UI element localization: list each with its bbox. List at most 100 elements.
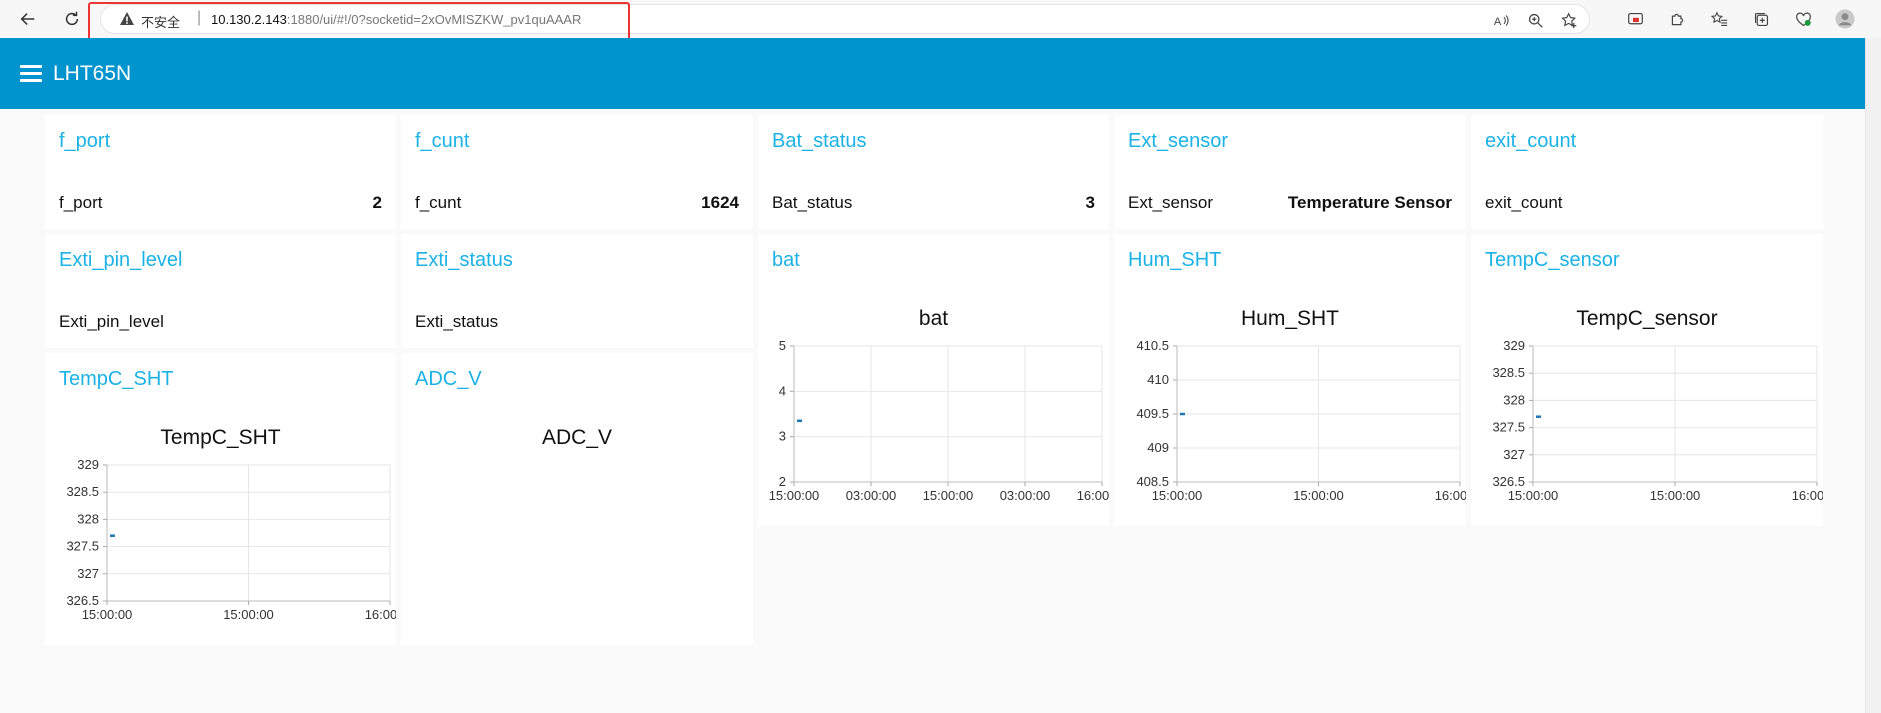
card-f-port: f_port f_port 2 bbox=[45, 115, 396, 229]
scrollbar[interactable] bbox=[1865, 38, 1881, 713]
read-aloud-button[interactable]: A bbox=[1491, 10, 1511, 30]
x-tick-label: 15:00:00 bbox=[1152, 488, 1203, 503]
card-bat-chart: bat bat 5 4 3 2 15:00:00 03:00:00 15:00:00 03:0… bbox=[758, 234, 1109, 526]
card-title: exit_count bbox=[1485, 130, 1577, 152]
x-tick-label: 15:00:00 bbox=[923, 488, 974, 503]
x-tick-label: 15:00:00 bbox=[769, 488, 820, 503]
card-bat-status: Bat_status Bat_status 3 bbox=[758, 115, 1109, 229]
card-exti-pin-level: Exti_pin_level Exti_pin_level bbox=[45, 234, 396, 348]
card-title: f_cunt bbox=[415, 130, 470, 152]
card-value: 3 bbox=[1085, 193, 1095, 212]
x-tick-label: 16:00:00 bbox=[1792, 488, 1823, 503]
y-tick-label: 326.5 bbox=[66, 593, 99, 608]
screen-cast-button[interactable] bbox=[1625, 9, 1645, 29]
y-tick-label: 329 bbox=[1503, 338, 1525, 353]
zoom-icon bbox=[1528, 13, 1543, 28]
y-tick-label: 408.5 bbox=[1136, 474, 1169, 489]
card-label: f_port bbox=[59, 193, 103, 212]
y-tick-label: 4 bbox=[779, 383, 786, 398]
favorites-button[interactable] bbox=[1709, 9, 1729, 29]
card-tempc-sht-chart: TempC_SHT TempC_SHT 329 328.5 328 327.5 327 3… bbox=[45, 353, 396, 645]
card-value: 2 bbox=[372, 193, 382, 212]
card-hum-sht-chart: Hum_SHT Hum_SHT 410.5 410 409.5 409 408.5 15:… bbox=[1114, 234, 1466, 526]
url-highlight-box bbox=[88, 2, 630, 42]
x-tick-label: 15:00:00 bbox=[223, 607, 274, 622]
card-title: f_port bbox=[59, 130, 111, 152]
card-label: exit_count bbox=[1485, 193, 1563, 212]
back-button[interactable] bbox=[16, 7, 40, 31]
card-title: Ext_sensor bbox=[1128, 130, 1229, 152]
x-tick-label: 03:00:00 bbox=[846, 488, 897, 503]
y-tick-label: 409.5 bbox=[1136, 406, 1169, 421]
y-tick-label: 410 bbox=[1147, 372, 1169, 387]
y-tick-label: 410.5 bbox=[1136, 338, 1169, 353]
y-tick-label: 327.5 bbox=[1492, 420, 1525, 435]
y-tick-label: 409 bbox=[1147, 440, 1169, 455]
chart-title: ADC_V bbox=[541, 426, 613, 449]
card-title: ADC_V bbox=[415, 368, 482, 390]
read-aloud-icon: A bbox=[1493, 14, 1509, 27]
x-tick-label: 15:00:00 bbox=[1508, 488, 1559, 503]
y-tick-label: 328 bbox=[77, 511, 99, 526]
y-tick-label: 328 bbox=[1503, 392, 1525, 407]
heart-pulse-icon bbox=[1795, 12, 1811, 26]
tempc-sensor-chart: 329328.5328327.5327326.515:00:00 15:00:00… bbox=[1492, 338, 1823, 503]
profile-button[interactable] bbox=[1835, 9, 1855, 29]
x-tick-label: 16:00:00 bbox=[365, 607, 396, 622]
browser-toolbar: 不安全 | 10.130.2.143:1880/ui/#!/0?socketid… bbox=[0, 0, 1881, 42]
x-tick-label: 16:00:00 bbox=[1435, 488, 1466, 503]
card-tempc-sensor-chart: TempC_sensor TempC_sensor 329 328.5 328 327… bbox=[1471, 234, 1823, 526]
card-label: Exti_status bbox=[415, 312, 499, 331]
refresh-button[interactable] bbox=[60, 7, 84, 31]
avatar-icon bbox=[1835, 9, 1855, 29]
y-tick-label: 328.5 bbox=[66, 484, 99, 499]
collections-button[interactable] bbox=[1751, 9, 1771, 29]
browser-essentials-button[interactable] bbox=[1793, 9, 1813, 29]
card-label: Exti_pin_level bbox=[59, 312, 164, 331]
card-value: Temperature Sensor bbox=[1287, 193, 1452, 212]
x-tick-label: 15:00:00 bbox=[82, 607, 133, 622]
app-title: LHT65N bbox=[53, 62, 132, 85]
app-header: LHT65N bbox=[0, 38, 1865, 109]
collections-icon bbox=[1754, 12, 1768, 26]
x-tick-label: 16:00:00 bbox=[1077, 488, 1109, 503]
card-exti-status: Exti_status Exti_status bbox=[401, 234, 753, 348]
y-tick-label: 2 bbox=[779, 474, 786, 489]
card-exit-count: exit_count exit_count bbox=[1471, 115, 1823, 229]
favorite-button[interactable] bbox=[1559, 10, 1579, 30]
hum-sht-chart: 410.5410409.5409408.515:00:00 15:00:00 16:… bbox=[1136, 338, 1466, 503]
y-tick-label: 326.5 bbox=[1492, 474, 1525, 489]
y-tick-label: 5 bbox=[779, 338, 786, 353]
zoom-button[interactable] bbox=[1525, 10, 1545, 30]
card-title: Exti_pin_level bbox=[59, 249, 183, 271]
x-tick-label: 15:00:00 bbox=[1650, 488, 1701, 503]
favorites-icon bbox=[1710, 10, 1727, 26]
y-tick-label: 329 bbox=[77, 457, 99, 472]
x-tick-label: 03:00:00 bbox=[1000, 488, 1051, 503]
refresh-icon bbox=[65, 11, 79, 26]
card-f-cunt: f_cunt f_cunt 1624 bbox=[401, 115, 753, 229]
bat-chart: 543215:00:00 03:00:00 15:00:00 03:00:00 16:0… bbox=[769, 338, 1109, 503]
extensions-button[interactable] bbox=[1667, 9, 1687, 29]
svg-text:A: A bbox=[1493, 15, 1501, 27]
y-tick-label: 3 bbox=[779, 429, 786, 444]
puzzle-icon bbox=[1671, 13, 1683, 25]
card-ext-sensor: Ext_sensor Ext_sensor Temperature Sensor bbox=[1114, 115, 1466, 229]
card-title: Exti_status bbox=[415, 249, 513, 271]
y-tick-label: 327.5 bbox=[66, 539, 99, 554]
arrow-left-icon bbox=[20, 13, 35, 25]
y-tick-label: 327 bbox=[1503, 447, 1525, 462]
y-tick-label: 328.5 bbox=[1492, 365, 1525, 380]
x-tick-label: 15:00:00 bbox=[1293, 488, 1344, 503]
card-value: 1624 bbox=[701, 193, 739, 212]
y-tick-label: 327 bbox=[77, 566, 99, 581]
tempc-sht-chart: 329328.5328327.5327326.515:00:00 15:00:00… bbox=[66, 457, 396, 622]
menu-icon[interactable] bbox=[20, 65, 42, 82]
card-label: Ext_sensor bbox=[1128, 193, 1214, 212]
card-label: f_cunt bbox=[415, 193, 462, 212]
card-title: Bat_status bbox=[772, 130, 867, 152]
card-adc-v-chart: ADC_V ADC_V bbox=[401, 353, 753, 645]
star-add-icon bbox=[1560, 11, 1576, 28]
card-label: Bat_status bbox=[772, 193, 853, 212]
cast-icon bbox=[1627, 12, 1643, 24]
